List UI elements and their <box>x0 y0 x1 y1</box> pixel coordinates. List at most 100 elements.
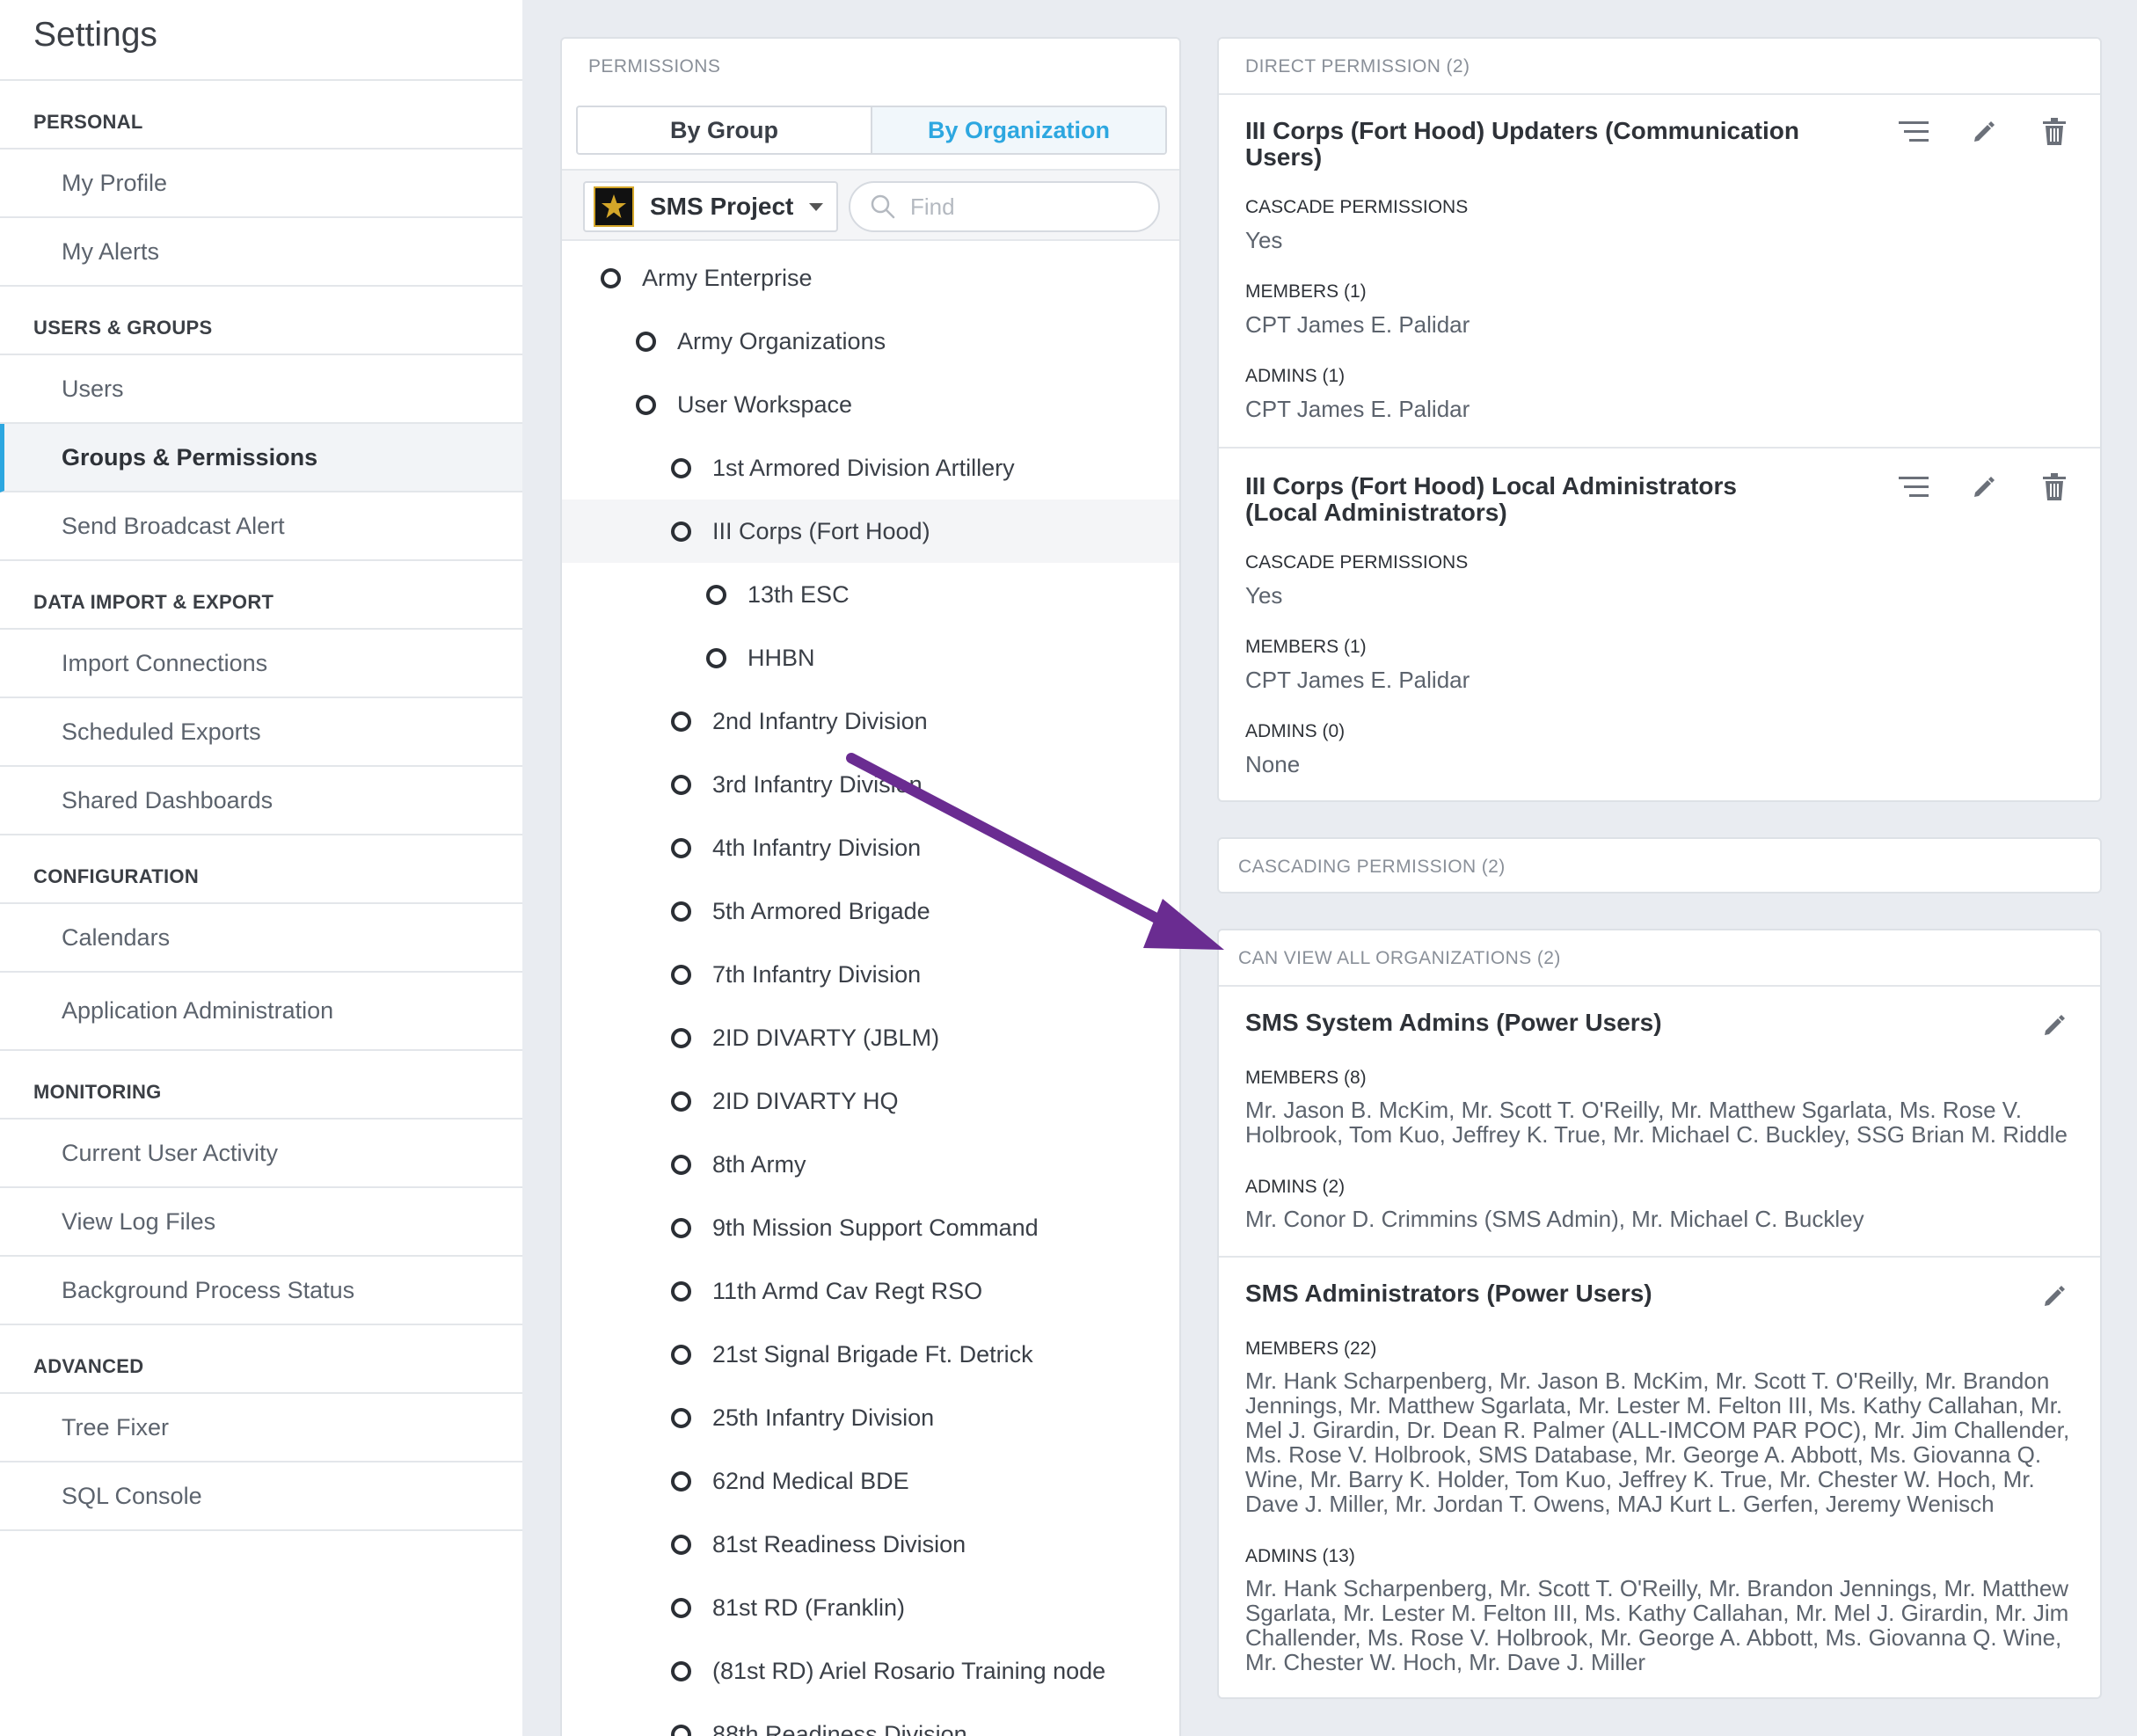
cascade-label: CASCADE PERMISSIONS <box>1245 197 1469 217</box>
tab-by-group[interactable]: By Group <box>578 107 871 153</box>
tree-node[interactable]: 9th Mission Support Command <box>562 1196 1179 1259</box>
tree-node[interactable]: User Workspace <box>562 373 1179 436</box>
find-field <box>849 181 1160 232</box>
sidebar-item-my-alerts[interactable]: My Alerts <box>0 218 522 287</box>
pencil-icon[interactable] <box>1966 114 2002 150</box>
tree-node[interactable]: 21st Signal Brigade Ft. Detrick <box>562 1323 1179 1386</box>
tree-node[interactable]: Army Enterprise <box>562 246 1179 310</box>
tree-node[interactable]: 7th Infantry Division <box>562 943 1179 1006</box>
admins-label: ADMINS (13) <box>1245 1546 1355 1566</box>
direct-permission-header: DIRECT PERMISSION (2) <box>1245 56 1470 77</box>
members-value: CPT James E. Palidar <box>1245 667 1470 693</box>
sidebar-item-current-user-activity[interactable]: Current User Activity <box>0 1120 522 1188</box>
trash-icon[interactable] <box>2037 114 2072 150</box>
sidebar-item-calendars[interactable]: Calendars <box>0 904 522 973</box>
tree-node-selected[interactable]: III Corps (Fort Hood) <box>562 500 1179 563</box>
divider <box>1219 1256 2100 1258</box>
tree-node[interactable]: 81st Readiness Division <box>562 1513 1179 1576</box>
permissions-header: PERMISSIONS <box>588 56 721 77</box>
sidebar-item-send-broadcast-alert[interactable]: Send Broadcast Alert <box>0 492 522 561</box>
cascade-value: Yes <box>1245 582 1283 609</box>
project-select[interactable]: SMS Project <box>583 181 838 232</box>
members-label: MEMBERS (8) <box>1245 1068 1367 1088</box>
tree-node[interactable]: 4th Infantry Division <box>562 816 1179 879</box>
section-users-groups: USERS & GROUPS <box>0 287 522 355</box>
direct-permission-panel: DIRECT PERMISSION (2) III Corps (Fort Ho… <box>1217 37 2102 802</box>
tree-node[interactable]: 11th Armd Cav Regt RSO <box>562 1259 1179 1323</box>
pencil-icon[interactable] <box>2037 1279 2072 1314</box>
tree-node[interactable]: 88th Readiness Division <box>562 1703 1179 1736</box>
filter-bar: SMS Project <box>562 169 1179 241</box>
tree-node[interactable]: 2nd Infantry Division <box>562 689 1179 753</box>
tree-node-label: 2ID DIVARTY (JBLM) <box>712 1024 940 1051</box>
sidebar-item-background-process-status[interactable]: Background Process Status <box>0 1257 522 1325</box>
node-circle-icon <box>671 1090 691 1112</box>
tree-node-label: 13th ESC <box>748 580 850 608</box>
sidebar-item-sql-console[interactable]: SQL Console <box>0 1462 522 1531</box>
tree-node-label: Army Enterprise <box>642 264 813 291</box>
tree-node-label: 88th Readiness Division <box>712 1720 967 1736</box>
members-value: Mr. Hank Scharpenberg, Mr. Jason B. McKi… <box>1245 1368 2070 1517</box>
node-circle-icon <box>671 1217 691 1238</box>
tree-node[interactable]: 25th Infantry Division <box>562 1386 1179 1449</box>
pencil-icon[interactable] <box>2037 1008 2072 1043</box>
tree-node[interactable]: 2ID DIVARTY (JBLM) <box>562 1006 1179 1069</box>
tree-node-label: HHBN <box>748 644 815 671</box>
sidebar-item-shared-dashboards[interactable]: Shared Dashboards <box>0 767 522 835</box>
list-icon[interactable] <box>1896 114 1931 150</box>
permissions-panel: PERMISSIONS By Group By Organization SMS… <box>560 37 1181 1736</box>
tree-node-label: 4th Infantry Division <box>712 834 922 861</box>
group-title: SMS System Admins (Power Users) <box>1245 1009 1662 1036</box>
tree-node-label: 81st Readiness Division <box>712 1530 966 1557</box>
sidebar-item-tree-fixer[interactable]: Tree Fixer <box>0 1394 522 1462</box>
admins-value: None <box>1245 751 1301 777</box>
project-label: SMS Project <box>650 193 794 220</box>
tree-node[interactable]: 3rd Infantry Division <box>562 753 1179 816</box>
tree-node-label: 81st RD (Franklin) <box>712 1594 906 1621</box>
node-circle-icon <box>671 1470 691 1492</box>
list-icon[interactable] <box>1896 470 1931 505</box>
tree-node-label: 3rd Infantry Division <box>712 770 923 798</box>
tree-node[interactable]: 8th Army <box>562 1133 1179 1196</box>
tree-node[interactable]: 62nd Medical BDE <box>562 1449 1179 1513</box>
admins-label: ADMINS (1) <box>1245 366 1346 386</box>
tree-node-label: 62nd Medical BDE <box>712 1467 909 1494</box>
sidebar-item-my-profile[interactable]: My Profile <box>0 150 522 218</box>
tree-node[interactable]: (81st RD) Ariel Rosario Training node <box>562 1639 1179 1703</box>
sidebar-item-application-administration[interactable]: Application Administration <box>0 973 522 1051</box>
tab-by-organization[interactable]: By Organization <box>871 107 1165 153</box>
view-toggle: By Group By Organization <box>576 106 1167 155</box>
sidebar-item-scheduled-exports[interactable]: Scheduled Exports <box>0 698 522 767</box>
sidebar-item-view-log-files[interactable]: View Log Files <box>0 1188 522 1257</box>
sidebar-item-groups-permissions[interactable]: Groups & Permissions <box>0 424 522 492</box>
tree-node[interactable]: 2ID DIVARTY HQ <box>562 1069 1179 1133</box>
tree-node[interactable]: 1st Armored Division Artillery <box>562 436 1179 500</box>
trash-icon[interactable] <box>2037 470 2072 505</box>
army-logo <box>594 186 634 227</box>
search-icon <box>871 194 895 219</box>
node-circle-icon <box>706 647 726 668</box>
members-label: MEMBERS (22) <box>1245 1338 1377 1359</box>
cascading-permission-panel[interactable]: CASCADING PERMISSION (2) <box>1217 837 2102 894</box>
admins-value: Mr. Conor D. Crimmins (SMS Admin), Mr. M… <box>1245 1206 1864 1232</box>
sidebar-item-users[interactable]: Users <box>0 355 522 424</box>
tree-node[interactable]: 5th Armored Brigade <box>562 879 1179 943</box>
sidebar-item-import-connections[interactable]: Import Connections <box>0 630 522 698</box>
tree-node-label: 9th Mission Support Command <box>712 1214 1039 1241</box>
chevron-down-icon <box>809 202 824 211</box>
tree-node-label: (81st RD) Ariel Rosario Training node <box>712 1657 1106 1684</box>
node-circle-icon <box>671 1724 691 1736</box>
tree-node[interactable]: Army Organizations <box>562 310 1179 373</box>
node-circle-icon <box>601 267 621 288</box>
find-input[interactable] <box>910 193 1148 221</box>
node-circle-icon <box>671 1660 691 1681</box>
node-circle-icon <box>671 774 691 795</box>
tree-node[interactable]: 13th ESC <box>562 563 1179 626</box>
tree-node-label: III Corps (Fort Hood) <box>712 517 930 544</box>
cascade-value: Yes <box>1245 227 1283 253</box>
tree-node[interactable]: 81st RD (Franklin) <box>562 1576 1179 1639</box>
section-configuration: CONFIGURATION <box>0 835 522 904</box>
pencil-icon[interactable] <box>1966 470 2002 505</box>
tree-node[interactable]: HHBN <box>562 626 1179 689</box>
members-label: MEMBERS (1) <box>1245 281 1367 302</box>
